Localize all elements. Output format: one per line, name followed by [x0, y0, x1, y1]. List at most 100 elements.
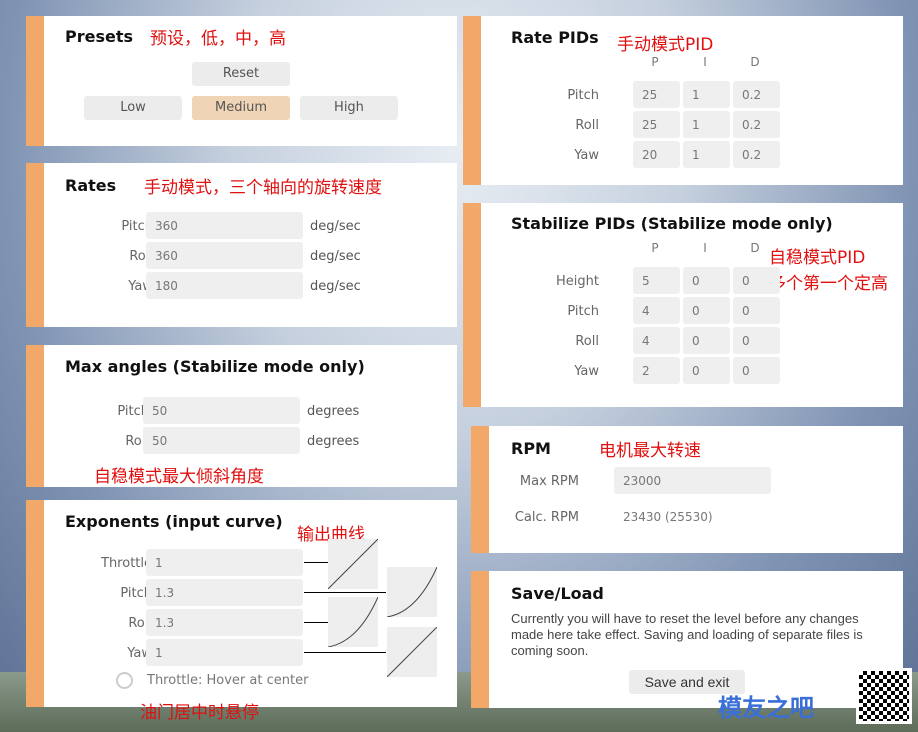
expo-pitch-input[interactable]: 1.3 — [146, 579, 303, 606]
pid-input[interactable]: 1 — [683, 141, 730, 168]
stabilize-pids-title: Stabilize PIDs (Stabilize mode only) — [511, 214, 833, 233]
rates-roll-unit: deg/sec — [310, 249, 361, 264]
pid-header-p: P — [651, 241, 659, 255]
pid-input[interactable]: 25 — [633, 111, 680, 138]
pid-input[interactable]: 20 — [633, 141, 680, 168]
save-load-panel: Save/Load Currently you will have to res… — [471, 571, 903, 708]
yaw-curve-graph — [387, 627, 437, 677]
stabilize-pids-panel: Stabilize PIDs (Stabilize mode only) 自稳模… — [463, 203, 903, 407]
presets-panel: Presets 预设，低，中，高 Reset Low Medium High — [26, 16, 457, 146]
rates-panel: Rates 手动模式，三个轴向的旋转速度 Pitch 360 deg/sec R… — [26, 163, 457, 327]
max-angles-title: Max angles (Stabilize mode only) — [65, 357, 365, 376]
expo-roll-input[interactable]: 1.3 — [146, 609, 303, 636]
pid-input[interactable]: 4 — [633, 297, 680, 324]
preset-high-button[interactable]: High — [300, 96, 398, 120]
rates-roll-label: Roll — [129, 249, 153, 264]
max-roll-input[interactable]: 50 — [143, 427, 300, 454]
pid-row-label: Yaw — [574, 148, 599, 163]
exponents-panel: Exponents (input curve) 输出曲线 Throttle 1 … — [26, 500, 457, 707]
expo-pitch-label: Pitch — [120, 586, 152, 601]
pid-header-d: D — [750, 241, 760, 255]
exponents-title: Exponents (input curve) — [65, 512, 283, 531]
rate-pids-annotation: 手动模式PID — [617, 35, 714, 55]
preset-low-button[interactable]: Low — [84, 96, 182, 120]
stabilize-annotation-2: 多个第一个定高 — [769, 274, 888, 294]
pid-input[interactable]: 0 — [683, 267, 730, 294]
calc-rpm-value: 23430 (25530) — [623, 510, 713, 524]
reset-button[interactable]: Reset — [192, 62, 290, 86]
preset-medium-button[interactable]: Medium — [192, 96, 290, 120]
max-rpm-input[interactable]: 23000 — [614, 467, 771, 494]
pid-input[interactable]: 0.2 — [733, 81, 780, 108]
pid-row-label: Pitch — [567, 304, 599, 319]
pitch-curve-graph — [387, 567, 437, 617]
rate-pids-title: Rate PIDs — [511, 28, 599, 47]
pid-input[interactable]: 0.2 — [733, 141, 780, 168]
max-rpm-label: Max RPM — [519, 474, 579, 489]
rates-yaw-label: Yaw — [128, 279, 153, 294]
max-pitch-label: Pitch — [117, 404, 149, 419]
pid-input[interactable]: 0 — [733, 267, 780, 294]
presets-annotation: 预设，低，中，高 — [150, 29, 286, 49]
pid-input[interactable]: 5 — [633, 267, 680, 294]
connector-line — [304, 562, 328, 563]
pid-input[interactable]: 2 — [633, 357, 680, 384]
pid-row-label: Pitch — [567, 88, 599, 103]
max-angles-annotation: 自稳模式最大倾斜角度 — [94, 467, 264, 487]
expo-throttle-input[interactable]: 1 — [146, 549, 303, 576]
connector-line — [304, 592, 386, 593]
pid-input[interactable]: 0.2 — [733, 111, 780, 138]
hover-annotation: 油门居中时悬停 — [140, 703, 259, 723]
rates-pitch-input[interactable]: 360 — [146, 212, 303, 239]
rates-annotation: 手动模式，三个轴向的旋转速度 — [144, 178, 382, 198]
throttle-curve-graph — [328, 539, 378, 589]
rates-yaw-input[interactable]: 180 — [146, 272, 303, 299]
rates-roll-input[interactable]: 360 — [146, 242, 303, 269]
pid-header-i: I — [703, 55, 707, 69]
rates-pitch-label: Pitch — [121, 219, 153, 234]
watermark-logo: 模友之吧 — [718, 694, 814, 722]
pid-input[interactable]: 4 — [633, 327, 680, 354]
pid-header-d: D — [750, 55, 760, 69]
max-angles-panel: Max angles (Stabilize mode only) Pitch 5… — [26, 345, 457, 487]
rates-yaw-unit: deg/sec — [310, 279, 361, 294]
pid-input[interactable]: 0 — [733, 357, 780, 384]
rpm-title: RPM — [511, 439, 551, 458]
pid-row-label: Roll — [575, 118, 599, 133]
rpm-annotation: 电机最大转速 — [599, 441, 701, 461]
pid-input[interactable]: 0 — [733, 297, 780, 324]
calc-rpm-label: Calc. RPM — [514, 510, 579, 525]
max-pitch-input[interactable]: 50 — [143, 397, 300, 424]
save-load-title: Save/Load — [511, 584, 604, 603]
pid-header-i: I — [703, 241, 707, 255]
hover-center-label: Throttle: Hover at center — [147, 673, 309, 688]
presets-title: Presets — [65, 27, 134, 46]
rates-title: Rates — [65, 176, 117, 195]
rates-pitch-unit: deg/sec — [310, 219, 361, 234]
qr-code-image — [856, 668, 912, 724]
pid-input[interactable]: 1 — [683, 81, 730, 108]
save-load-description: Currently you will have to reset the lev… — [511, 611, 863, 658]
rpm-panel: RPM 电机最大转速 Max RPM 23000 Calc. RPM 23430… — [471, 426, 903, 553]
pid-input[interactable]: 0 — [733, 327, 780, 354]
pid-input[interactable]: 0 — [683, 297, 730, 324]
pid-row-label: Height — [556, 274, 599, 289]
expo-yaw-input[interactable]: 1 — [146, 639, 303, 666]
pid-input[interactable]: 25 — [633, 81, 680, 108]
hover-center-radio[interactable] — [116, 672, 133, 689]
pid-input[interactable]: 0 — [683, 327, 730, 354]
pid-header-p: P — [651, 55, 659, 69]
expo-yaw-label: Yaw — [127, 646, 152, 661]
pid-input[interactable]: 0 — [683, 357, 730, 384]
max-roll-label: Roll — [125, 434, 149, 449]
pid-row-label: Roll — [575, 334, 599, 349]
rate-pids-panel: Rate PIDs 手动模式PID P I D Pitch 25 1 0.2 Roll 25 1 0… — [463, 16, 903, 185]
max-roll-unit: degrees — [307, 434, 360, 449]
expo-roll-label: Roll — [128, 616, 152, 631]
roll-curve-graph — [328, 597, 378, 647]
connector-line — [304, 652, 386, 653]
stabilize-annotation-1: 自稳模式PID — [769, 248, 866, 268]
expo-throttle-label: Throttle — [101, 556, 152, 571]
max-pitch-unit: degrees — [307, 404, 360, 419]
pid-input[interactable]: 1 — [683, 111, 730, 138]
